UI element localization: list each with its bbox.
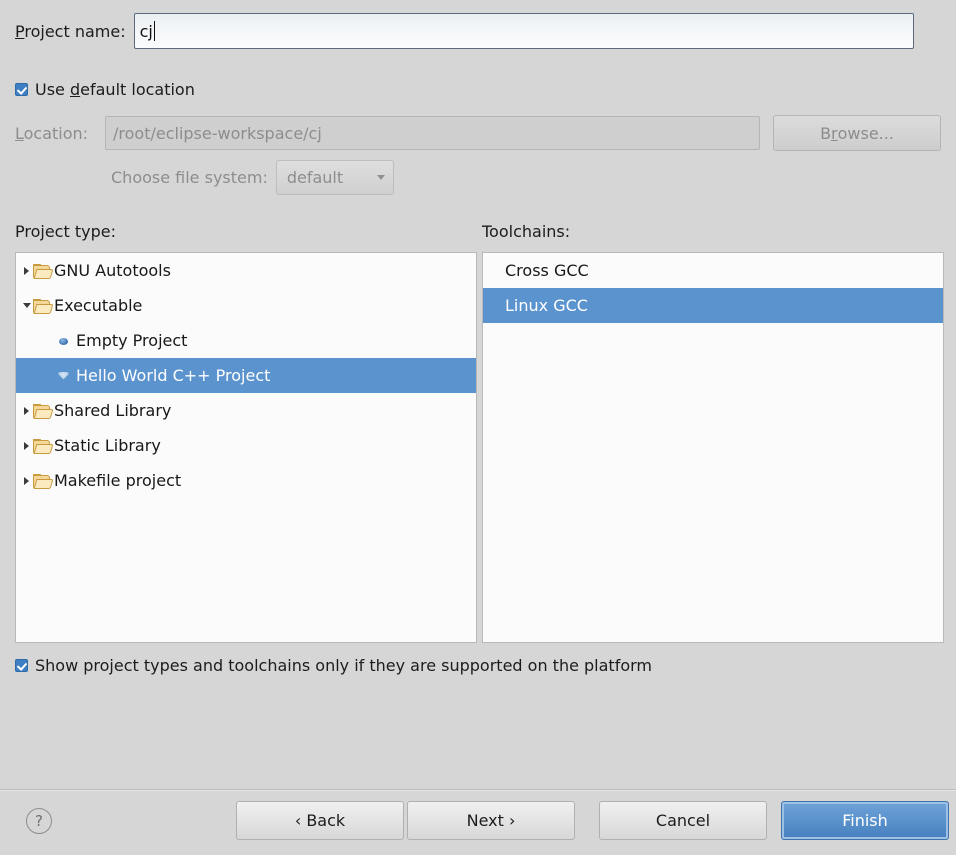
- help-icon[interactable]: ?: [26, 808, 52, 834]
- show-supported-only-label: Show project types and toolchains only i…: [35, 656, 652, 675]
- expander-collapsed-icon[interactable]: [20, 442, 33, 450]
- project-name-label-mnemonic: P: [15, 21, 25, 41]
- expander-collapsed-icon[interactable]: [20, 477, 33, 485]
- tree-item-label: GNU Autotools: [54, 261, 171, 280]
- new-project-wizard-dialog: Project name: cj Use default location Lo…: [0, 0, 956, 855]
- location-label: Location:: [15, 124, 105, 143]
- project-name-row: Project name: cj: [0, 0, 956, 62]
- browse-label-b: owse...: [837, 123, 894, 143]
- folder-icon: [33, 298, 54, 314]
- tree-item-label: Static Library: [54, 436, 161, 455]
- expander-expanded-icon[interactable]: [20, 303, 33, 308]
- location-label-mnemonic: L: [15, 123, 24, 143]
- gem-icon: [57, 334, 71, 348]
- browse-label-mnemonic: r: [831, 123, 838, 143]
- tree-item-label: Hello World C++ Project: [76, 366, 271, 385]
- tree-item-empty-project[interactable]: Empty Project: [16, 323, 476, 358]
- use-default-location-checkbox[interactable]: [15, 83, 28, 96]
- toolchains-header: Toolchains:: [482, 222, 571, 241]
- location-value: /root/eclipse-workspace/cj: [113, 123, 322, 143]
- text-caret: [153, 21, 155, 41]
- cancel-button[interactable]: Cancel: [599, 801, 767, 840]
- tree-item-static-library[interactable]: Static Library: [16, 428, 476, 463]
- gem-icon: [57, 369, 71, 383]
- project-type-header: Project type:: [15, 222, 116, 241]
- project-type-tree[interactable]: GNU Autotools Executable Empty Project H…: [15, 252, 477, 643]
- wizard-button-bar: ‹ Back Next › Cancel Finish: [236, 801, 949, 840]
- use-default-label-b: efault location: [80, 80, 195, 99]
- next-button[interactable]: Next ›: [407, 801, 575, 840]
- folder-icon: [33, 438, 54, 454]
- tree-item-gnu-autotools[interactable]: GNU Autotools: [16, 253, 476, 288]
- toolchains-list[interactable]: Cross GCC Linux GCC: [482, 252, 944, 643]
- tree-item-label: Makefile project: [54, 471, 182, 490]
- folder-icon: [33, 473, 54, 489]
- project-name-input[interactable]: cj: [133, 13, 914, 49]
- toolchain-item-cross-gcc[interactable]: Cross GCC: [483, 253, 943, 288]
- location-input: /root/eclipse-workspace/cj: [105, 116, 760, 150]
- folder-icon: [33, 263, 54, 279]
- expander-collapsed-icon[interactable]: [20, 267, 33, 275]
- tree-item-label: Executable: [54, 296, 143, 315]
- project-name-label: Project name:: [15, 22, 126, 41]
- back-button[interactable]: ‹ Back: [236, 801, 404, 840]
- file-system-row: Choose file system: default: [0, 160, 394, 195]
- tree-item-label: Empty Project: [76, 331, 188, 350]
- browse-label-a: B: [820, 123, 832, 143]
- folder-icon: [33, 403, 54, 419]
- file-system-label: Choose file system:: [111, 168, 268, 187]
- toolchain-item-label: Linux GCC: [505, 296, 588, 315]
- expander-collapsed-icon[interactable]: [20, 407, 33, 415]
- button-bar-separator-highlight: [0, 790, 956, 791]
- tree-item-executable[interactable]: Executable: [16, 288, 476, 323]
- use-default-location-label: Use default location: [35, 80, 195, 99]
- use-default-location-row[interactable]: Use default location: [15, 80, 195, 99]
- project-name-label-rest: roject name:: [24, 21, 126, 41]
- show-supported-only-row[interactable]: Show project types and toolchains only i…: [15, 656, 652, 675]
- file-system-dropdown: default: [275, 160, 394, 195]
- tree-item-makefile-project[interactable]: Makefile project: [16, 463, 476, 498]
- toolchain-item-linux-gcc[interactable]: Linux GCC: [483, 288, 943, 323]
- finish-button[interactable]: Finish: [781, 801, 949, 840]
- location-label-rest: ocation:: [23, 123, 89, 143]
- use-default-label-a: Use: [35, 80, 70, 99]
- browse-button: Br owse...: [773, 115, 941, 151]
- tree-item-label: Shared Library: [54, 401, 172, 420]
- toolchain-item-label: Cross GCC: [505, 261, 589, 280]
- file-system-selected-value: default: [286, 168, 344, 187]
- project-name-value: cj: [139, 21, 153, 41]
- location-row: Location: /root/eclipse-workspace/cj Bro…: [0, 112, 956, 154]
- tree-item-shared-library[interactable]: Shared Library: [16, 393, 476, 428]
- use-default-label-mnemonic: d: [69, 80, 81, 99]
- chevron-down-icon: [376, 175, 385, 180]
- tree-item-hello-world-cpp-project[interactable]: Hello World C++ Project: [16, 358, 476, 393]
- show-supported-only-checkbox[interactable]: [15, 659, 28, 672]
